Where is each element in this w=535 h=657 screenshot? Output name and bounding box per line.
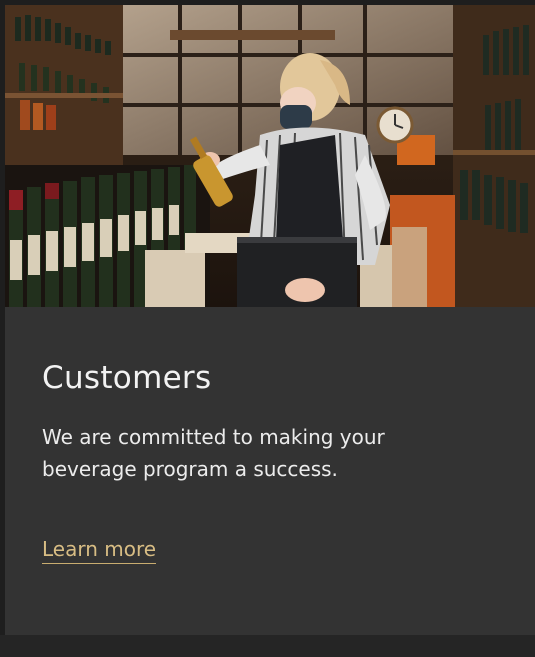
card-description: We are committed to making your beverage… <box>42 425 385 482</box>
wine-shop-photo <box>5 5 535 307</box>
card-title: Customers <box>42 360 212 396</box>
card-content: Customers We are committed to making you… <box>42 360 502 565</box>
customers-card: Customers We are committed to making you… <box>5 5 535 635</box>
learn-more-link[interactable]: Learn more <box>42 537 157 565</box>
page-bottom-strip <box>0 635 535 657</box>
